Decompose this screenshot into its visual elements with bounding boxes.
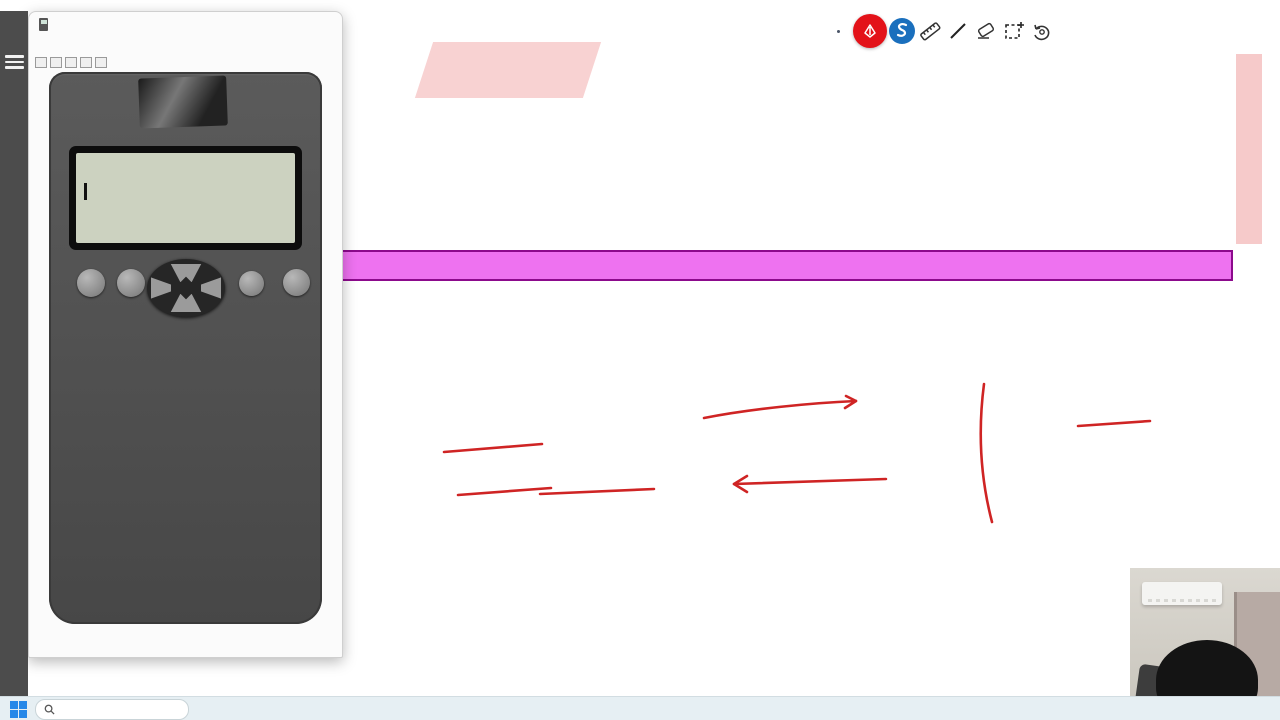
taskbar-search[interactable] <box>35 698 189 720</box>
scrble-s-icon <box>889 18 915 44</box>
ruler-icon <box>920 22 941 41</box>
question-banner <box>341 250 1233 281</box>
selection-icon <box>1005 22 1024 39</box>
search-icon <box>44 704 55 715</box>
lcd-cursor <box>84 183 87 200</box>
hologram-sticker <box>138 75 228 129</box>
mini-toolbar-icon[interactable] <box>35 57 47 68</box>
air-conditioner <box>1142 582 1222 605</box>
selection-tool-button[interactable] <box>1002 19 1026 43</box>
mini-toolbar-icon[interactable] <box>95 57 107 68</box>
hologram-tag <box>150 79 215 83</box>
line-tool-button[interactable] <box>947 20 969 42</box>
pen-tool-button[interactable] <box>853 14 887 48</box>
eraser-tool-button[interactable] <box>974 19 998 43</box>
calculator-body <box>49 72 322 624</box>
hologram-brand <box>138 79 226 82</box>
sidebar <box>0 11 28 696</box>
shift-button[interactable] <box>77 269 105 297</box>
menu-setup-button[interactable] <box>239 271 264 296</box>
mini-toolbar-icon[interactable] <box>50 57 62 68</box>
mini-toolbar-icon[interactable] <box>80 57 92 68</box>
eraser-icon <box>977 22 995 39</box>
emulator-window <box>28 11 343 658</box>
annotation-toolbar <box>824 12 1056 50</box>
start-button[interactable] <box>10 700 27 718</box>
emulator-menubar <box>29 37 342 55</box>
lcd-expression <box>83 181 87 203</box>
lcd-display <box>76 153 295 243</box>
alpha-button[interactable] <box>117 269 145 297</box>
mini-toolbar-icon[interactable] <box>65 57 77 68</box>
emulator-titlebar <box>29 12 342 37</box>
emulator-mini-toolbar <box>29 55 342 70</box>
pen-icon <box>864 24 876 38</box>
undo-tool-button[interactable] <box>1030 19 1054 43</box>
directional-pad[interactable] <box>147 259 225 317</box>
ruler-tool-button[interactable] <box>918 19 942 43</box>
calculator-app-icon <box>39 18 48 31</box>
hamburger-menu-icon[interactable] <box>5 55 24 69</box>
line-icon <box>950 23 966 39</box>
on-button[interactable] <box>283 269 310 296</box>
taskbar <box>0 696 1280 720</box>
lcd-frame <box>69 146 302 250</box>
toolbar-dot-indicator <box>836 29 840 33</box>
scrble-logo-button[interactable] <box>888 17 916 45</box>
undo-icon <box>1034 24 1050 41</box>
screen <box>0 0 1280 720</box>
